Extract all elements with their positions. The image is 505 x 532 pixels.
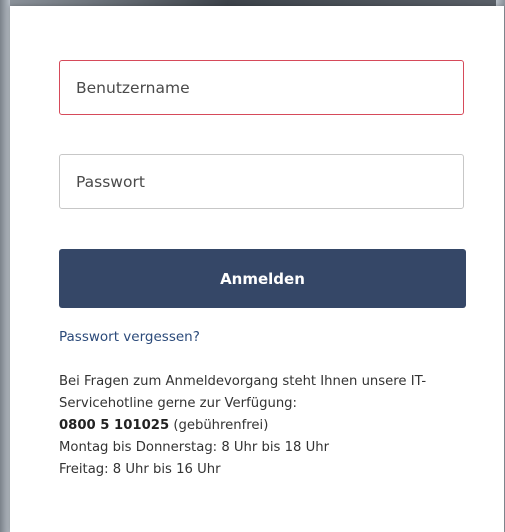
hotline-line: 0800 5 101025 (gebührenfrei) [59,415,479,437]
hotline-note: (gebührenfrei) [169,418,269,433]
login-button[interactable]: Anmelden [59,249,466,308]
background-left-edge [0,0,10,532]
username-input[interactable] [59,60,464,115]
login-panel: Anmelden Passwort vergessen? Bei Fragen … [10,6,504,532]
support-info: Bei Fragen zum Anmeldevorgang steht Ihne… [59,371,479,481]
support-text-line-1: Bei Fragen zum Anmeldevorgang steht Ihne… [59,374,427,389]
hours-friday: Freitag: 8 Uhr bis 16 Uhr [59,462,221,477]
hours-weekdays: Montag bis Donnerstag: 8 Uhr bis 18 Uhr [59,440,330,455]
forgot-password-link[interactable]: Passwort vergessen? [59,329,200,345]
hotline-number: 0800 5 101025 [59,418,170,433]
password-input[interactable] [59,154,464,209]
support-text-line-2: Servicehotline gerne zur Verfügung: [59,396,297,411]
